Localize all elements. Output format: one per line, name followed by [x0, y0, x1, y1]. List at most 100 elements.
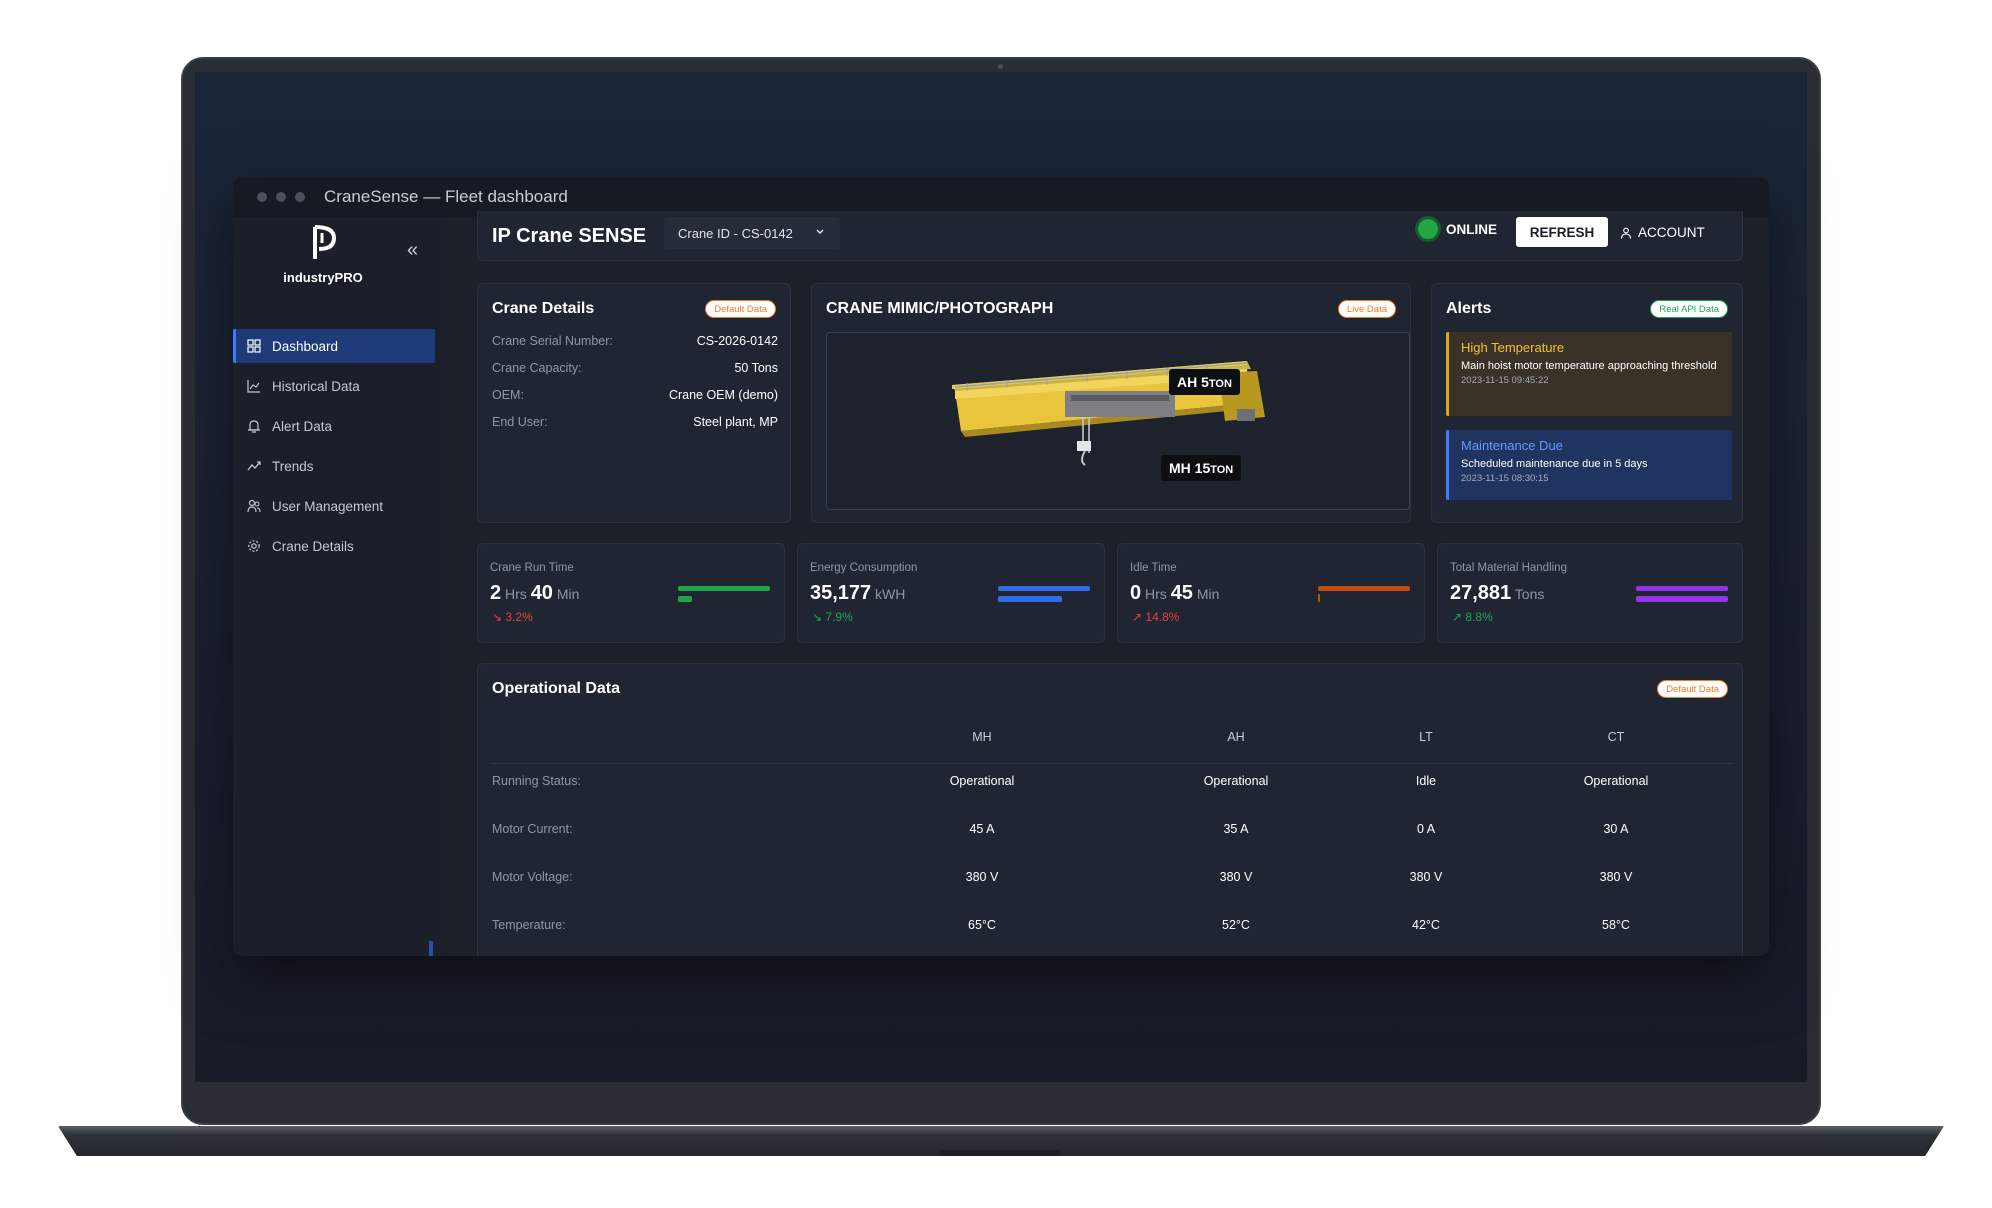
- table-cell: 380 V: [965, 870, 999, 884]
- connection-status: ONLINE: [1418, 219, 1497, 239]
- kpi-unit-1: Hrs: [1141, 586, 1171, 602]
- kpi-card-total-material-handling: Total Material Handling 27,881 Tons ↗ 8.…: [1437, 543, 1743, 643]
- window-close-dot[interactable]: [257, 192, 267, 202]
- detail-label: OEM:: [492, 388, 524, 402]
- line-chart-icon: [246, 378, 262, 394]
- api-data-badge: Real API Data: [1650, 300, 1728, 318]
- online-indicator-icon: [1418, 219, 1438, 239]
- kpi-value-2: 40: [530, 582, 553, 604]
- kpi-change: ↘ 7.9%: [812, 610, 853, 624]
- crane-id-select[interactable]: Crane ID - CS-0142: [664, 217, 840, 249]
- sidebar-item-alert-data[interactable]: Alert Data: [233, 409, 435, 443]
- operational-data-card: Operational Data Default Data MH AH LT C…: [477, 663, 1743, 956]
- kpi-change: ↗ 14.8%: [1132, 610, 1180, 624]
- window-maximize-dot[interactable]: [295, 192, 305, 202]
- data-source-badge: Default Data: [705, 300, 776, 318]
- table-cell: 30 A: [1603, 822, 1629, 836]
- detail-label: Crane Serial Number:: [492, 334, 613, 348]
- sidebar-item-dashboard[interactable]: Dashboard: [233, 329, 435, 363]
- table-cell: 380 V: [1409, 870, 1443, 884]
- table-row: Temperature: 65°C 52°C 42°C 58°C: [492, 918, 1732, 956]
- mh-tag-value: MH 15: [1169, 460, 1211, 476]
- gear-icon: [246, 538, 262, 554]
- laptop-camera: [998, 64, 1003, 69]
- operational-data-title: Operational Data: [492, 680, 621, 697]
- column-header-ah: AH: [1227, 730, 1245, 744]
- detail-value: CS-2026-0142: [696, 334, 778, 348]
- sidebar-item-label: Alert Data: [272, 418, 333, 434]
- kpi-label: Total Material Handling: [1450, 562, 1567, 574]
- table-cell: Operational: [1203, 774, 1269, 788]
- sidebar-item-label: Historical Data: [272, 378, 360, 394]
- table-cell: Operational: [1583, 774, 1649, 788]
- sidebar-item-historical-data[interactable]: Historical Data: [233, 369, 435, 403]
- alert-item-maintenance-due[interactable]: Maintenance Due Scheduled maintenance du…: [1446, 430, 1732, 500]
- window-minimize-dot[interactable]: [276, 192, 286, 202]
- crane-mimic-frame: AH 5 TON MH 15TON: [826, 332, 1410, 510]
- brand-name: industryPRO: [283, 270, 363, 285]
- table-cell: 380 V: [1219, 870, 1253, 884]
- window-title: CraneSense — Fleet dashboard: [324, 187, 568, 206]
- kpi-change: ↘ 3.2%: [492, 610, 533, 624]
- kpi-change: ↗ 8.8%: [1452, 610, 1493, 624]
- sidebar-item-label: Trends: [272, 458, 314, 474]
- detail-row-capacity: Crane Capacity: 50 Tons: [492, 361, 778, 375]
- brand-logo[interactable]: industryPRO: [263, 223, 383, 285]
- kpi-label: Crane Run Time: [490, 562, 574, 574]
- refresh-button[interactable]: REFRESH: [1516, 217, 1608, 247]
- sidebar-item-user-management[interactable]: User Management: [233, 489, 435, 523]
- kpi-value-1: 27,881: [1450, 582, 1512, 604]
- sidebar-item-trends[interactable]: Trends: [233, 449, 435, 483]
- users-icon: [246, 498, 262, 514]
- sidebar-item-crane-details[interactable]: Crane Details: [233, 529, 435, 563]
- laptop-notch: [940, 1150, 1060, 1156]
- detail-label: Crane Capacity:: [492, 361, 582, 375]
- page-title: IP Crane SENSE: [492, 225, 647, 247]
- kpi-card-energy-consumption: Energy Consumption 35,177 kWH ↘ 7.9%: [797, 543, 1105, 643]
- detail-label: End User:: [492, 415, 548, 429]
- alert-timestamp: 2023-11-15 09:45:22: [1461, 374, 1549, 386]
- kpi-label: Energy Consumption: [810, 562, 918, 574]
- column-header-mh: MH: [972, 730, 992, 744]
- crane-id-value: Crane ID - CS-0142: [678, 225, 793, 241]
- mh-tag-unit: TON: [1210, 464, 1234, 476]
- alert-item-high-temperature[interactable]: High Temperature Main hoist motor temper…: [1446, 332, 1732, 416]
- kpi-card-crane-run-time: Crane Run Time 2 Hrs 40 Min ↘ 3.2%: [477, 543, 785, 643]
- kpi-unit-2: Min: [1192, 586, 1220, 602]
- detail-row-end-user: End User: Steel plant, MP: [492, 415, 778, 429]
- collapse-sidebar-button[interactable]: «: [407, 239, 418, 262]
- kpi-value: 27,881 Tons: [1450, 582, 1544, 605]
- alert-message: Scheduled maintenance due in 5 days: [1461, 458, 1648, 470]
- alarm-icon: [246, 418, 262, 434]
- ah-tag-value: AH 5: [1177, 374, 1209, 390]
- mh-capacity-tag: MH 15TON: [1161, 455, 1242, 481]
- alert-message: Main hoist motor temperature approaching…: [1461, 360, 1717, 372]
- table-row: Motor Voltage: 380 V 380 V 380 V 380 V: [492, 870, 1732, 910]
- column-header-ct: CT: [1607, 730, 1625, 744]
- status-text: ONLINE: [1446, 221, 1498, 237]
- kpi-value-2: 45: [1170, 582, 1193, 604]
- sidebar-item-label: User Management: [272, 498, 384, 514]
- crane-illustration: [952, 361, 1265, 466]
- account-label: ACCOUNT: [1638, 225, 1705, 240]
- row-label: Running Status:: [492, 774, 581, 788]
- top-header: IP Crane SENSE Crane ID - CS-0142 ONLINE…: [477, 211, 1743, 261]
- kpi-value: 2 Hrs 40 Min: [490, 582, 579, 605]
- data-source-badge: Default Data: [1657, 680, 1728, 698]
- kpi-value-1: 2: [490, 582, 502, 604]
- account-button[interactable]: ACCOUNT: [1620, 225, 1705, 240]
- column-header-lt: LT: [1419, 730, 1433, 744]
- alerts-title: Alerts: [1446, 300, 1492, 317]
- detail-value: 50 Tons: [734, 361, 778, 375]
- kpi-bar-track: [1318, 586, 1410, 591]
- kpi-bar-fill: [678, 596, 692, 602]
- sidebar-scrollbar[interactable]: [429, 941, 433, 956]
- chevron-down-icon: [816, 229, 824, 234]
- kpi-bar-track: [998, 586, 1090, 591]
- crane-mimic-title: CRANE MIMIC/PHOTOGRAPH: [826, 300, 1054, 317]
- detail-row-serial: Crane Serial Number: CS-2026-0142: [492, 334, 778, 348]
- row-label: Temperature:: [492, 918, 566, 932]
- crane-details-title: Crane Details: [492, 300, 595, 317]
- trend-icon: [246, 458, 262, 474]
- kpi-unit-1: Tons: [1511, 586, 1545, 602]
